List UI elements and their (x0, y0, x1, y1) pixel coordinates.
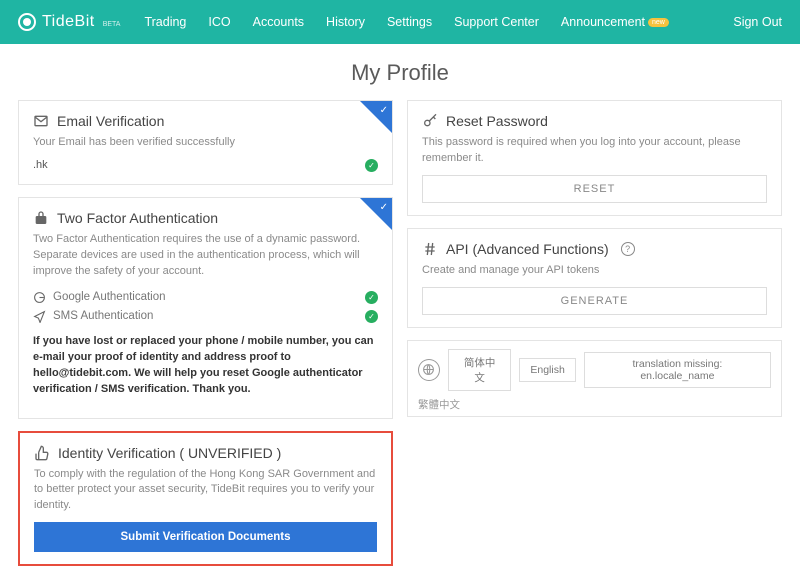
check-icon: ✓ (365, 159, 378, 172)
nav-ico[interactable]: ICO (208, 15, 230, 29)
email-card-desc: Your Email has been verified successfull… (33, 135, 378, 151)
lock-icon (33, 210, 49, 226)
new-badge: new (648, 18, 669, 27)
nav-announcement-label: Announcement (561, 15, 645, 29)
brand-logo[interactable]: TideBit BETA (18, 13, 120, 31)
reset-button[interactable]: RESET (422, 175, 767, 203)
thumbs-up-icon (34, 445, 50, 461)
api-card-desc: Create and manage your API tokens (422, 263, 767, 279)
top-navbar: TideBit BETA Trading ICO Accounts Histor… (0, 0, 800, 44)
lang-option-missing[interactable]: translation missing: en.locale_name (584, 352, 771, 388)
beta-badge: BETA (103, 21, 121, 28)
help-icon[interactable]: ? (621, 242, 635, 256)
sms-auth-label: SMS Authentication (53, 310, 153, 322)
verified-ribbon-icon (360, 101, 392, 133)
lang-option-english[interactable]: English (519, 358, 575, 382)
nav-support[interactable]: Support Center (454, 15, 539, 29)
submit-verification-button[interactable]: Submit Verification Documents (34, 522, 377, 552)
tfa-card-desc: Two Factor Authentication requires the u… (33, 232, 378, 280)
google-icon (33, 291, 46, 304)
reset-card-desc: This password is required when you log i… (422, 135, 767, 167)
email-verification-card: Email Verification Your Email has been v… (18, 100, 393, 185)
check-icon: ✓ (365, 310, 378, 323)
email-value: .hk (33, 159, 48, 171)
api-card: API (Advanced Functions) ? Create and ma… (407, 228, 782, 328)
email-card-title: Email Verification (57, 113, 164, 129)
identity-verification-card: Identity Verification ( UNVERIFIED ) To … (18, 431, 393, 567)
google-auth-row[interactable]: Google Authentication ✓ (33, 288, 378, 307)
send-icon (33, 310, 46, 323)
primary-nav: Trading ICO Accounts History Settings Su… (144, 15, 782, 29)
lang-traditional-label[interactable]: 繁體中文 (418, 397, 771, 412)
content-area: Email Verification Your Email has been v… (0, 100, 800, 584)
right-column: Reset Password This password is required… (407, 100, 782, 417)
tfa-card-title: Two Factor Authentication (57, 210, 218, 226)
reset-card-title: Reset Password (446, 113, 548, 129)
google-auth-label: Google Authentication (53, 291, 166, 303)
generate-button[interactable]: GENERATE (422, 287, 767, 315)
key-icon (422, 113, 438, 129)
verified-ribbon-icon (360, 198, 392, 230)
nav-signout[interactable]: Sign Out (733, 15, 782, 29)
two-factor-card: Two Factor Authentication Two Factor Aut… (18, 197, 393, 419)
tfa-note: If you have lost or replaced your phone … (33, 334, 378, 398)
nav-settings[interactable]: Settings (387, 15, 432, 29)
page-title: My Profile (0, 60, 800, 86)
email-value-row: .hk ✓ (33, 159, 378, 172)
nav-trading[interactable]: Trading (144, 15, 186, 29)
identity-card-title: Identity Verification ( UNVERIFIED ) (58, 445, 281, 461)
brand-name: TideBit (42, 13, 95, 31)
sms-auth-row[interactable]: SMS Authentication ✓ (33, 307, 378, 326)
nav-announcement[interactable]: Announcement new (561, 15, 669, 29)
check-icon: ✓ (365, 291, 378, 304)
left-column: Email Verification Your Email has been v… (18, 100, 393, 566)
nav-history[interactable]: History (326, 15, 365, 29)
mail-icon (33, 113, 49, 129)
globe-icon (418, 359, 440, 381)
identity-card-desc: To comply with the regulation of the Hon… (34, 467, 377, 515)
language-card: 简体中文 English translation missing: en.loc… (407, 340, 782, 417)
logo-icon (18, 13, 36, 31)
hash-icon (422, 241, 438, 257)
nav-accounts[interactable]: Accounts (253, 15, 304, 29)
reset-password-card: Reset Password This password is required… (407, 100, 782, 216)
api-card-title: API (Advanced Functions) (446, 241, 609, 257)
lang-option-simplified[interactable]: 简体中文 (448, 349, 512, 391)
